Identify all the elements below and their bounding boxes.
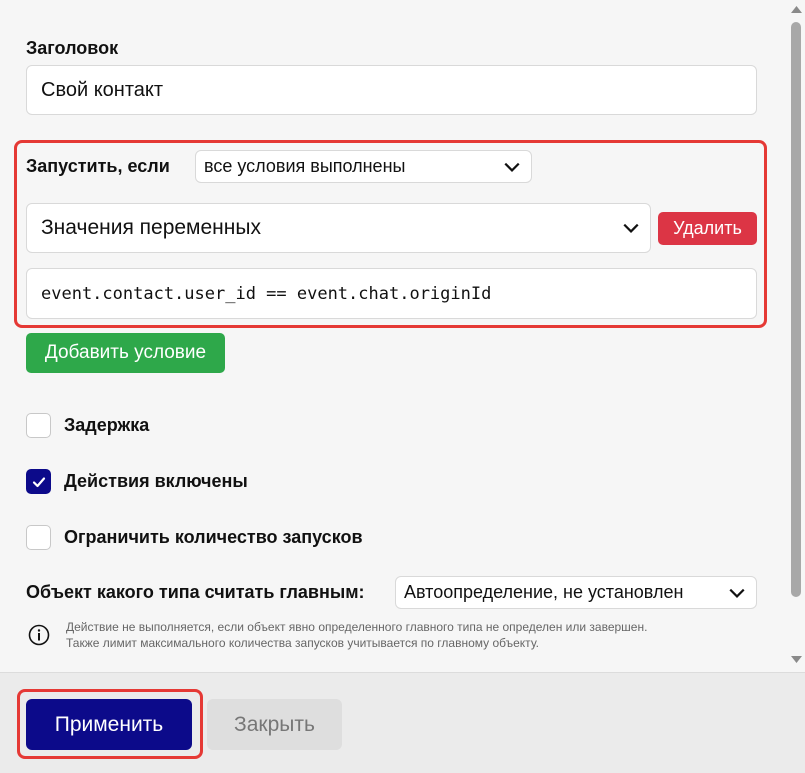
check-icon [32,476,45,487]
scrollbar-thumb[interactable] [791,22,801,597]
main-type-label: Объект какого типа считать главным: [26,582,365,602]
chevron-down-icon [623,223,639,233]
scroll-up-arrow-icon[interactable] [790,4,803,14]
run-if-label: Запустить, если [26,156,170,176]
expression-input[interactable]: event.contact.user_id == event.chat.orig… [26,268,757,319]
delete-condition-button[interactable]: Удалить [658,212,757,245]
delay-label: Задержка [64,415,150,435]
limit-runs-label: Ограничить количество запусков [64,527,363,547]
info-note: Действие не выполняется, если объект явн… [28,619,647,651]
main-type-select[interactable]: Автоопределение, не установлен [395,576,757,609]
info-text-line-2: Также лимит максимального количества зап… [66,636,539,650]
run-if-select[interactable]: все условия выполнены [195,150,532,183]
apply-button[interactable]: Применить [26,699,192,750]
add-condition-button[interactable]: Добавить условие [26,333,225,373]
close-button[interactable]: Закрыть [207,699,342,750]
delay-row[interactable]: Задержка [26,413,149,438]
delay-checkbox[interactable] [26,413,51,438]
scroll-down-arrow-icon[interactable] [790,655,803,665]
run-if-value: все условия выполнены [204,156,406,176]
info-icon [28,624,50,646]
limit-runs-checkbox[interactable] [26,525,51,550]
settings-panel: Заголовок Свой контакт Запустить, если в… [0,0,788,672]
info-text-line-1: Действие не выполняется, если объект явн… [66,620,648,634]
actions-enabled-checkbox[interactable] [26,469,51,494]
main-type-value: Автоопределение, не установлен [404,582,684,602]
chevron-down-icon [504,162,520,172]
info-text: Действие не выполняется, если объект явн… [66,619,647,651]
title-label: Заголовок [26,38,119,58]
actions-enabled-row[interactable]: Действия включены [26,469,248,494]
actions-enabled-label: Действия включены [64,471,248,491]
limit-runs-row[interactable]: Ограничить количество запусков [26,525,363,550]
condition-type-select[interactable]: Значения переменных [26,203,651,253]
condition-type-value: Значения переменных [41,216,261,239]
chevron-down-icon [729,588,745,598]
title-input[interactable]: Свой контакт [26,65,757,115]
